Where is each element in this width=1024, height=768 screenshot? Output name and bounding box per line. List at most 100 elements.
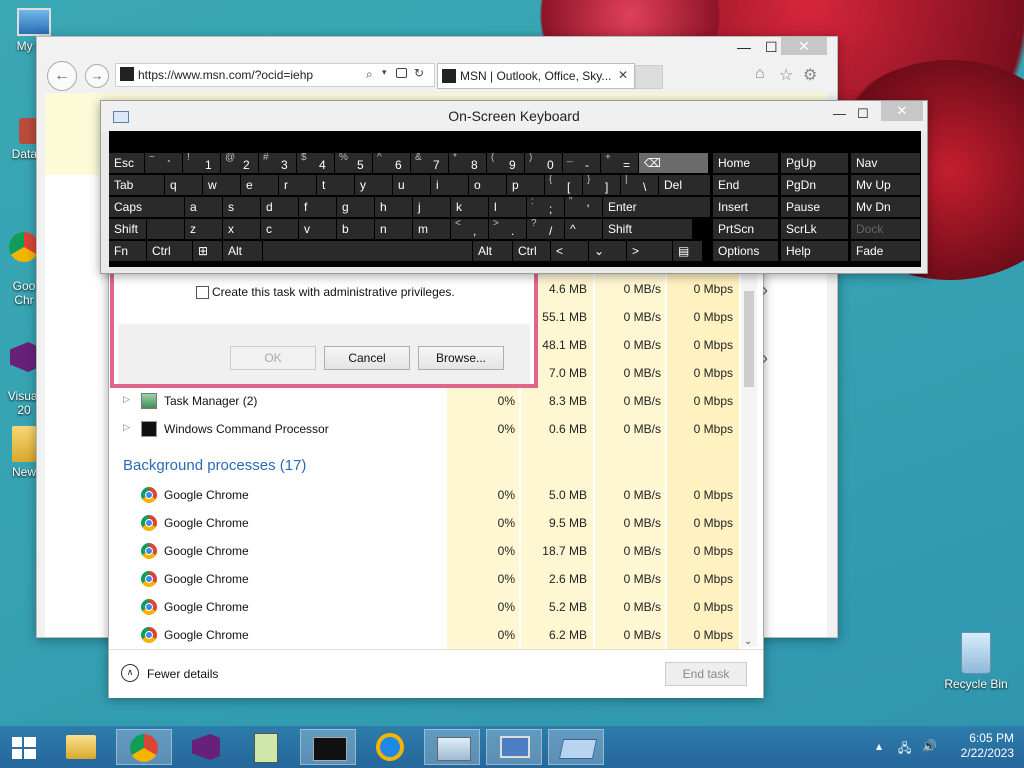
favorites-star-icon[interactable]: ☆ [779,65,793,85]
osk-key[interactable]: Enter [603,197,711,217]
table-row[interactable]: ▷ Windows Command Processor 0% 0.6 MB 0 … [109,415,739,443]
osk-nav-key[interactable]: Insert [713,197,779,217]
osk-key[interactable]: x [223,219,261,239]
scrollbar-thumb[interactable] [744,291,754,387]
osk-key[interactable]: j [413,197,451,217]
osk-key[interactable]: ? / [527,219,565,239]
ok-button[interactable]: OK [230,346,316,370]
osk-key[interactable]: {[ [545,175,583,195]
taskbar-file-explorer[interactable] [54,729,110,765]
osk-key[interactable]: ~ ` [145,153,183,173]
table-row[interactable]: Google Chrome 0% 18.7 MB 0 MB/s 0 Mbps [109,537,739,565]
table-row[interactable]: Google Chrome 0% 6.2 MB 0 MB/s 0 Mbps [109,621,739,649]
volume-icon[interactable]: 🔊 [922,739,937,753]
osk-key[interactable]: g [337,197,375,217]
table-row[interactable]: Google Chrome 0% 5.0 MB 0 MB/s 0 Mbps [109,481,739,509]
osk-nav-key[interactable]: Help [781,241,849,261]
taskbar-clock[interactable]: 6:05 PM 2/22/2023 [961,731,1014,761]
osk-nav-key[interactable]: End [713,175,779,195]
osk-key[interactable]: Ctrl [513,241,551,261]
address-bar[interactable]: https://www.msn.com/?ocid=iehp ⌕ ▾ ↻ [115,63,435,87]
osk-nav-key[interactable]: PrtScn [713,219,779,239]
taskbar-internet-explorer[interactable] [362,729,418,765]
browse-button[interactable]: Browse... [418,346,504,370]
dropdown-icon[interactable]: ▾ [382,67,387,78]
osk-key[interactable]: l [489,197,527,217]
table-row[interactable]: Google Chrome 0% 2.6 MB 0 MB/s 0 Mbps [109,565,739,593]
osk-key[interactable]: % 5 [335,153,373,173]
table-row[interactable]: Google Chrome 0% 9.5 MB 0 MB/s 0 Mbps [109,509,739,537]
osk-nav-key[interactable]: Mv Dn [851,197,921,217]
osk-key[interactable]: ⊞ [193,241,223,261]
osk-key[interactable]: d [261,197,299,217]
osk-key[interactable]: n [375,219,413,239]
taskbar-remote-desktop[interactable] [486,729,542,765]
osk-key[interactable]: c [261,219,299,239]
osk-nav-key[interactable]: Options [713,241,779,261]
osk-key[interactable]: * 8 [449,153,487,173]
refresh-icon[interactable]: ↻ [414,66,424,80]
osk-key[interactable]: o [469,175,507,195]
home-icon[interactable]: ⌂ [755,65,765,83]
table-row[interactable]: Google Chrome 0% 5.2 MB 0 MB/s 0 Mbps [109,593,739,621]
expand-chevron-icon[interactable]: ▷ [123,394,130,405]
osk-key[interactable]: Caps [109,197,185,217]
osk-key[interactable]: y [355,175,393,195]
osk-key[interactable]: ! 1 [183,153,221,173]
osk-key[interactable]: r [279,175,317,195]
back-button[interactable]: ← [47,61,77,91]
ie-maximize-button[interactable]: ☐ [765,39,778,56]
end-task-button[interactable]: End task [665,662,747,686]
taskbar-chrome[interactable] [116,729,172,765]
taskbar-notepad-plus-plus[interactable] [238,729,294,765]
osk-key[interactable]: @2 [221,153,259,173]
osk-nav-key[interactable]: ScrLk [781,219,849,239]
taskbar-on-screen-keyboard[interactable] [548,729,604,765]
ie-close-button[interactable]: ✕ [781,37,827,55]
osk-key[interactable]: (9 [487,153,525,173]
osk-key[interactable]: Del [659,175,711,195]
cancel-button[interactable]: Cancel [324,346,410,370]
osk-key[interactable]: & 7 [411,153,449,173]
osk-key[interactable]: ⌄ [589,241,627,261]
taskbar-task-manager[interactable] [424,729,480,765]
fewer-details-link[interactable]: Fewer details [147,667,218,681]
osk-key[interactable]: Shift [603,219,693,239]
osk-nav-key[interactable]: Mv Up [851,175,921,195]
ie-minimize-button[interactable]: — [737,39,751,55]
osk-key[interactable]: $4 [297,153,335,173]
tab-close-icon[interactable]: ✕ [618,68,628,82]
osk-key[interactable]: ▤ [673,241,703,261]
osk-key[interactable]: ⌫ [639,153,709,173]
osk-key[interactable]: Alt [473,241,513,261]
new-tab-button[interactable] [635,65,663,89]
osk-key[interactable]: u [393,175,431,195]
osk-key[interactable]: ) 0 [525,153,563,173]
vertical-scrollbar[interactable]: ⌄ [741,263,757,647]
osk-key[interactable] [147,219,185,239]
show-hidden-icons-arrow[interactable]: ▴ [876,739,882,753]
taskbar-visual-studio[interactable] [178,729,234,765]
osk-key[interactable]: q [165,175,203,195]
osk-key[interactable]: }] [583,175,621,195]
collapse-arrow-icon[interactable]: ∧ [121,664,139,682]
osk-nav-key[interactable]: Home [713,153,779,173]
osk-key[interactable]: Alt [223,241,263,261]
search-icon[interactable]: ⌕ [366,67,373,82]
osk-close-button[interactable]: ✕ [881,101,923,121]
osk-key[interactable]: Esc [109,153,145,173]
osk-nav-key[interactable]: Pause [781,197,849,217]
osk-key[interactable]: b [337,219,375,239]
osk-key[interactable]: #3 [259,153,297,173]
osk-key[interactable]: h [375,197,413,217]
osk-key[interactable]: " ' [565,197,603,217]
osk-key[interactable]: Shift [109,219,147,239]
browser-tab[interactable]: MSN | Outlook, Office, Sky... ✕ [437,63,635,89]
osk-nav-key[interactable]: PgDn [781,175,849,195]
osk-key[interactable]: z [185,219,223,239]
network-icon[interactable]: 🖧 [898,739,911,760]
osk-key[interactable]: k [451,197,489,217]
gear-icon[interactable]: ⚙ [803,65,817,85]
osk-key[interactable]: e [241,175,279,195]
osk-key[interactable]: | \ [621,175,659,195]
